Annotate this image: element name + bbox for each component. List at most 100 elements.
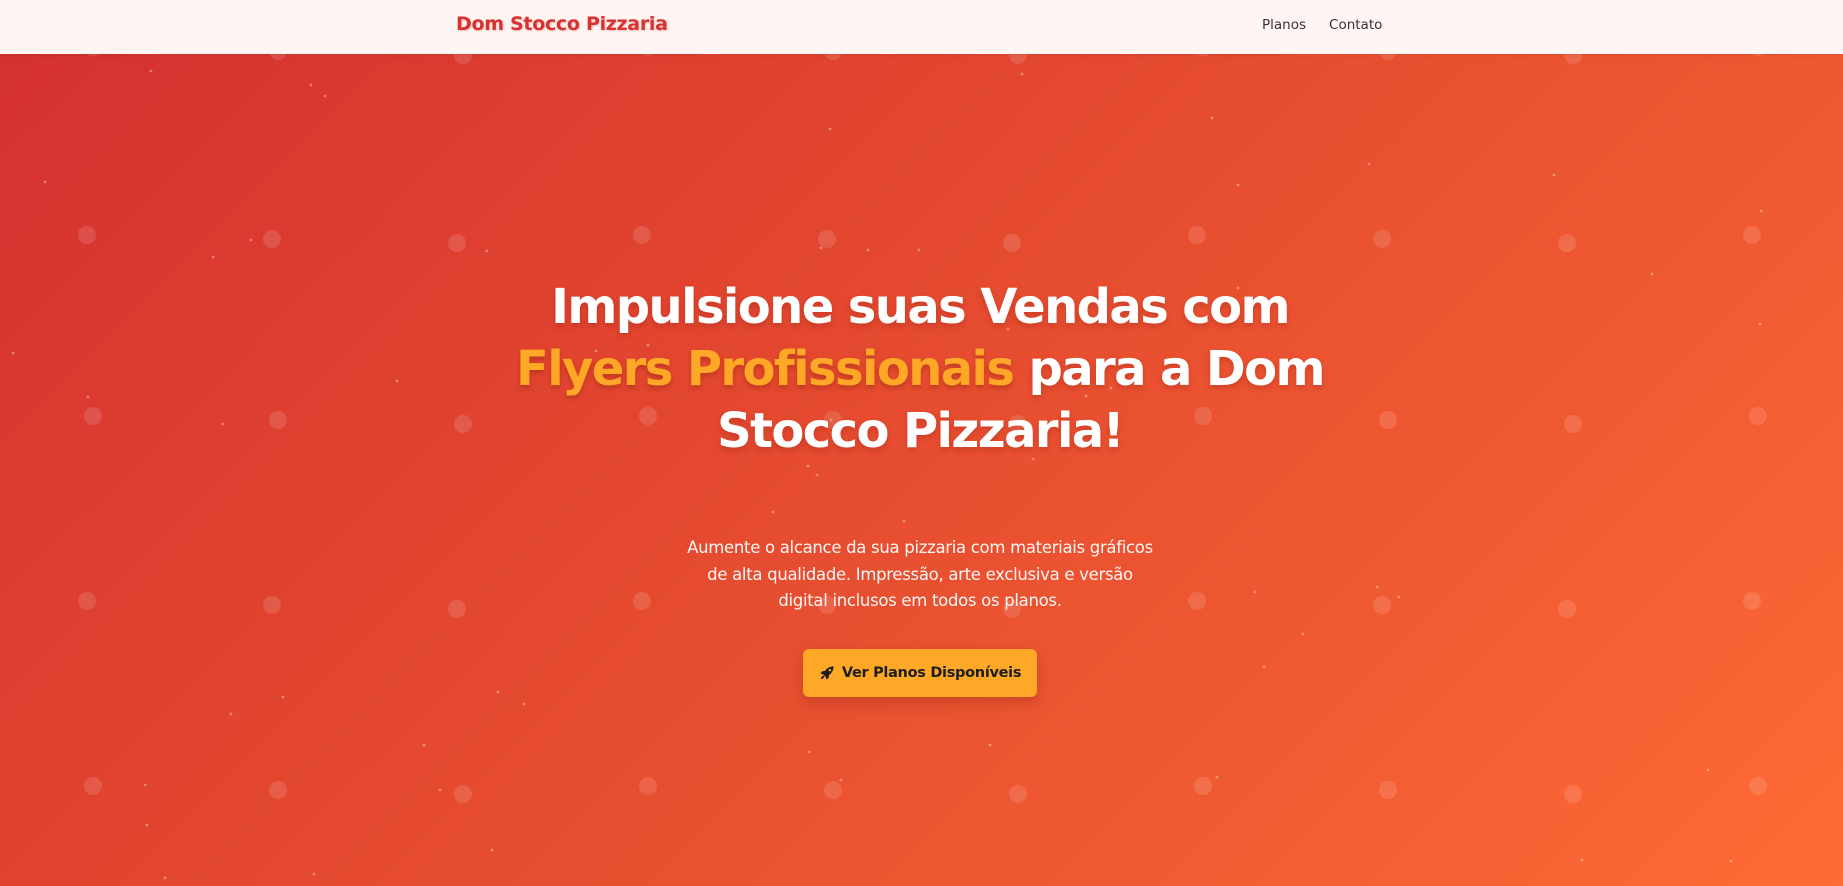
background-speck: [1210, 116, 1214, 120]
background-speck: [771, 510, 775, 514]
hero-title-highlight: Flyers Profissionais: [516, 341, 1015, 397]
background-speck: [828, 127, 832, 131]
background-speck: [815, 473, 819, 477]
background-dot: [633, 592, 651, 610]
background-dot: [818, 230, 836, 248]
background-dot: [1379, 411, 1397, 429]
background-speck: [1580, 858, 1584, 862]
background-dot: [1752, 54, 1764, 56]
background-speck: [1215, 775, 1219, 779]
background-speck: [438, 788, 442, 792]
background-dot: [454, 415, 472, 433]
background-speck: [1367, 162, 1371, 166]
background-speck: [312, 872, 316, 876]
background-speck: [1758, 322, 1762, 326]
background-speck: [522, 702, 526, 706]
background-dot: [448, 600, 466, 618]
background-dot: [84, 777, 102, 795]
background-dot: [84, 407, 102, 425]
background-speck: [163, 876, 167, 880]
background-dot: [78, 592, 96, 610]
background-speck: [902, 519, 906, 523]
background-dot: [1188, 226, 1206, 244]
hero-section: Impulsione suas Vendas com Flyers Profis…: [0, 54, 1843, 886]
background-speck: [866, 248, 870, 252]
background-speck: [1706, 768, 1710, 772]
background-speck: [86, 395, 90, 399]
background-speck: [211, 255, 215, 259]
nav-link-planos[interactable]: Planos: [1262, 17, 1306, 33]
background-dot: [1197, 54, 1209, 56]
background-dot: [1558, 600, 1576, 618]
background-dot: [454, 785, 472, 803]
background-dot: [1379, 54, 1397, 60]
background-dot: [1188, 592, 1206, 610]
background-speck: [143, 783, 147, 787]
background-dot: [824, 781, 842, 799]
background-dot: [824, 54, 842, 60]
hero-title-part1: Impulsione suas Vendas com: [551, 279, 1290, 335]
background-speck: [496, 690, 500, 694]
background-dot: [1009, 54, 1027, 64]
nav-menu: Planos Contato: [1262, 17, 1382, 33]
background-dot: [263, 596, 281, 614]
background-speck: [1397, 595, 1401, 599]
brand-logo[interactable]: Dom Stocco Pizzaria: [456, 13, 668, 35]
background-speck: [229, 712, 233, 716]
background-speck: [43, 180, 47, 184]
background-dot: [1749, 777, 1767, 795]
background-dot: [269, 54, 287, 60]
background-dot: [1749, 407, 1767, 425]
background-dot: [78, 226, 96, 244]
background-dot: [1564, 415, 1582, 433]
background-speck: [221, 422, 225, 426]
background-dot: [639, 777, 657, 795]
background-speck: [819, 246, 823, 250]
nav-link-contato[interactable]: Contato: [1329, 17, 1382, 33]
decorative-dots-pattern: [11, 54, 1767, 880]
view-plans-label: Ver Planos Disponíveis: [841, 665, 1022, 681]
background-speck: [839, 778, 843, 782]
background-speck: [1375, 585, 1379, 589]
background-dot: [1373, 230, 1391, 248]
background-dot: [454, 54, 472, 64]
background-speck: [485, 249, 489, 253]
background-dot: [269, 411, 287, 429]
background-dot: [633, 226, 651, 244]
background-speck: [1759, 209, 1763, 213]
background-speck: [145, 823, 149, 827]
background-speck: [1552, 173, 1556, 177]
background-speck: [988, 743, 992, 747]
background-dot: [1558, 234, 1576, 252]
background-speck: [1301, 632, 1305, 636]
background-speck: [1262, 665, 1266, 669]
background-dot: [87, 54, 99, 56]
background-speck: [1253, 590, 1257, 594]
background-speck: [806, 464, 810, 468]
background-dot: [1743, 592, 1761, 610]
background-speck: [395, 379, 399, 383]
hero-subtitle: Aumente o alcance da sua pizzaria com ma…: [687, 538, 1153, 610]
rocket-icon: [820, 666, 834, 680]
background-dot: [1373, 596, 1391, 614]
background-speck: [323, 94, 327, 98]
background-dot: [1743, 226, 1761, 244]
background-speck: [807, 750, 811, 754]
background-dot: [1003, 234, 1021, 252]
background-speck: [1020, 72, 1024, 76]
background-dot: [1009, 785, 1027, 803]
view-plans-button[interactable]: Ver Planos Disponíveis: [803, 649, 1037, 697]
hero-title: Impulsione suas Vendas com Flyers Profis…: [480, 276, 1360, 462]
background-dot: [263, 230, 281, 248]
background-speck: [1650, 272, 1654, 276]
background-dot: [1564, 785, 1582, 803]
background-speck: [281, 695, 285, 699]
background-speck: [490, 848, 494, 852]
top-navbar: Dom Stocco Pizzaria Planos Contato: [0, 0, 1843, 54]
background-dot: [642, 54, 654, 56]
background-dot: [1194, 777, 1212, 795]
background-speck: [249, 238, 253, 242]
background-dot: [1379, 781, 1397, 799]
background-speck: [11, 351, 15, 355]
background-speck: [1236, 183, 1240, 187]
